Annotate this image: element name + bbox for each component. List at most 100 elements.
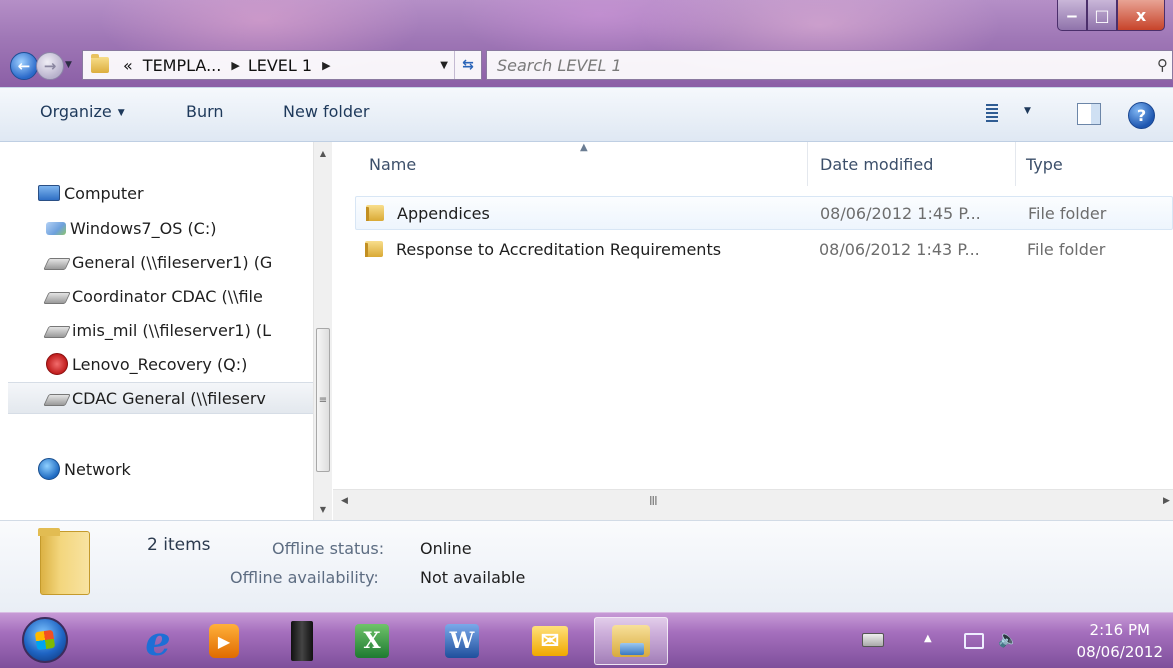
file-date-modified: 08/06/2012 1:45 P...	[820, 203, 981, 223]
preview-pane-icon[interactable]	[1077, 103, 1101, 125]
clock-time: 2:16 PM	[1089, 621, 1150, 639]
taskbar-media-player[interactable]: ▶	[194, 617, 254, 665]
details-pane: 2 items Offline status: Online Offline a…	[0, 520, 1173, 612]
breadcrumb-separator-icon[interactable]: ▶	[231, 59, 239, 72]
column-header-type[interactable]: Type	[1016, 142, 1173, 186]
scroll-up-icon[interactable]: ▲	[314, 144, 332, 162]
computer-tower-icon	[291, 621, 313, 661]
start-button[interactable]	[22, 617, 68, 663]
taskbar-excel[interactable]: X	[342, 617, 402, 665]
column-header-label: Type	[1026, 154, 1063, 174]
network-drive-icon	[43, 258, 71, 270]
folder-icon	[366, 205, 384, 221]
excel-icon: X	[355, 624, 389, 658]
nav-item-label: Lenovo_Recovery (Q:)	[72, 354, 248, 374]
file-row[interactable]: Response to Accreditation Requirements 0…	[355, 233, 1173, 267]
folder-icon	[38, 528, 90, 595]
chevron-down-icon: ▼	[117, 107, 125, 118]
nav-item-network[interactable]: Network	[0, 454, 313, 484]
scroll-grip-icon[interactable]: III	[649, 494, 658, 508]
column-header-date-modified[interactable]: Date modified	[808, 142, 1016, 186]
show-hidden-icons-icon[interactable]: ▲	[924, 633, 932, 644]
taskbar-windows-explorer[interactable]	[594, 617, 668, 665]
organize-label: Organize	[40, 102, 112, 121]
breadcrumb-templates[interactable]: TEMPLA...	[143, 56, 222, 75]
nav-item-cdac-general[interactable]: CDAC General (\\fileserv	[8, 382, 313, 414]
keyboard-icon[interactable]	[862, 633, 884, 647]
burn-button[interactable]: Burn	[186, 102, 224, 121]
address-bar[interactable]: « TEMPLA... ▶ LEVEL 1 ▶ ▼ ⇆	[82, 50, 482, 80]
breadcrumb-level-1[interactable]: LEVEL 1	[248, 56, 312, 75]
scroll-left-icon[interactable]: ◀	[341, 496, 348, 506]
breadcrumb-separator-icon[interactable]: ▶	[322, 59, 330, 72]
file-type: File folder	[1028, 203, 1107, 223]
offline-availability-label: Offline availability:	[230, 568, 379, 587]
forward-arrow-icon: →	[43, 57, 57, 75]
taskbar-clock[interactable]: 2:16 PM 08/06/2012	[1077, 619, 1163, 663]
folder-icon	[365, 241, 383, 257]
nav-item-computer[interactable]: Computer	[0, 178, 313, 208]
close-button[interactable]: x	[1117, 0, 1165, 31]
taskbar-internet-explorer[interactable]: e	[128, 617, 188, 665]
computer-icon	[38, 185, 60, 201]
forward-button[interactable]: →	[36, 52, 64, 80]
taskbar-word[interactable]: W	[432, 617, 492, 665]
windows-explorer-icon	[612, 625, 650, 657]
organize-button[interactable]: Organize ▼	[40, 102, 125, 121]
column-header-label: Date modified	[820, 154, 934, 174]
breadcrumb-overflow[interactable]: «	[123, 56, 133, 75]
taskbar: e ▶ X W ✉ ▲ 🔈 2:16 PM 08/06/2012	[0, 612, 1173, 668]
folder-icon	[91, 54, 109, 73]
nav-item-windows7-os[interactable]: Windows7_OS (C:)	[0, 213, 313, 243]
command-bar: Organize ▼ Burn New folder ▼ ?	[0, 87, 1173, 142]
back-button[interactable]: ←	[10, 52, 38, 80]
volume-icon[interactable]: 🔈	[998, 629, 1018, 648]
search-icon[interactable]: ⚲	[1157, 56, 1168, 74]
file-name: Appendices	[397, 203, 490, 223]
nav-item-label: imis_mil (\\fileserver1) (L	[72, 320, 272, 340]
network-status-icon[interactable]	[964, 633, 984, 649]
nav-item-label: Coordinator CDAC (\\file	[72, 286, 263, 306]
address-dropdown-icon[interactable]: ▼	[440, 60, 448, 71]
network-icon	[38, 458, 60, 480]
nav-item-lenovo-recovery[interactable]: Lenovo_Recovery (Q:)	[0, 349, 313, 379]
help-icon[interactable]: ?	[1128, 102, 1155, 129]
scrollbar-thumb[interactable]: ≡	[316, 328, 330, 472]
nav-item-label: General (\\fileserver1) (G	[72, 252, 273, 272]
maximize-button[interactable]: □	[1087, 0, 1117, 31]
offline-status-value: Online	[420, 539, 472, 558]
recent-pages-dropdown-icon[interactable]: ▼	[65, 60, 72, 70]
sort-ascending-icon: ▲	[580, 142, 588, 153]
view-options-dropdown-icon[interactable]: ▼	[1024, 106, 1031, 116]
change-view-icon[interactable]	[986, 104, 998, 124]
search-box[interactable]: ⚲	[486, 50, 1173, 80]
clock-date: 08/06/2012	[1076, 643, 1163, 661]
nav-item-label: Computer	[64, 183, 144, 203]
window-controls: ‒ □ x	[1057, 0, 1165, 31]
offline-status-label: Offline status:	[272, 539, 385, 558]
navigation-pane: Computer Windows7_OS (C:) General (\\fil…	[0, 142, 313, 520]
internet-explorer-icon: e	[145, 617, 171, 665]
network-drive-icon	[43, 292, 71, 304]
file-row[interactable]: Appendices 08/06/2012 1:45 P... File fol…	[355, 196, 1173, 230]
recovery-drive-icon	[46, 353, 68, 375]
taskbar-computer-tower[interactable]	[272, 617, 332, 665]
taskbar-outlook[interactable]: ✉	[520, 617, 580, 665]
title-bar: ‒ □ x ← → ▼ « TEMPLA... ▶ LEVEL 1 ▶ ▼ ⇆ …	[0, 0, 1173, 87]
search-input[interactable]	[495, 54, 1099, 76]
navigation-pane-scrollbar[interactable]: ▲ ≡ ▼	[313, 142, 332, 520]
nav-item-general[interactable]: General (\\fileserver1) (G	[0, 247, 313, 277]
nav-item-label: Windows7_OS (C:)	[70, 218, 217, 238]
scroll-right-icon[interactable]: ▶	[1163, 496, 1170, 506]
nav-item-coordinator-cdac[interactable]: Coordinator CDAC (\\file	[0, 281, 313, 311]
column-header-name[interactable]: Name ▲	[333, 142, 808, 186]
nav-item-imis-mil[interactable]: imis_mil (\\fileserver1) (L	[0, 315, 313, 345]
file-list-horizontal-scrollbar[interactable]: ◀ III ▶	[333, 489, 1173, 520]
file-type: File folder	[1027, 239, 1106, 259]
scroll-down-icon[interactable]: ▼	[314, 500, 332, 518]
media-player-icon: ▶	[209, 624, 239, 658]
minimize-button[interactable]: ‒	[1057, 0, 1087, 31]
refresh-icon[interactable]: ⇆	[454, 51, 481, 79]
new-folder-button[interactable]: New folder	[283, 102, 369, 121]
network-drive-icon	[43, 394, 71, 406]
